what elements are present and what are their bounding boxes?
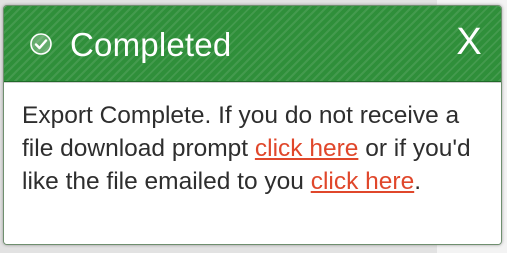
email-link[interactable]: click here xyxy=(311,168,414,195)
dialog-message: Export Complete. If you do not receive a… xyxy=(22,99,492,198)
check-circle-icon xyxy=(30,33,52,55)
dialog-titlebar: Completed X xyxy=(4,6,501,82)
close-button[interactable]: X xyxy=(453,20,485,64)
dialog-title: Completed xyxy=(70,26,232,63)
completion-dialog: Completed X Export Complete. If you do n… xyxy=(3,5,502,245)
dialog-body: Export Complete. If you do not receive a… xyxy=(4,82,501,244)
message-text-end: . xyxy=(414,168,422,195)
download-link[interactable]: click here xyxy=(255,135,358,162)
